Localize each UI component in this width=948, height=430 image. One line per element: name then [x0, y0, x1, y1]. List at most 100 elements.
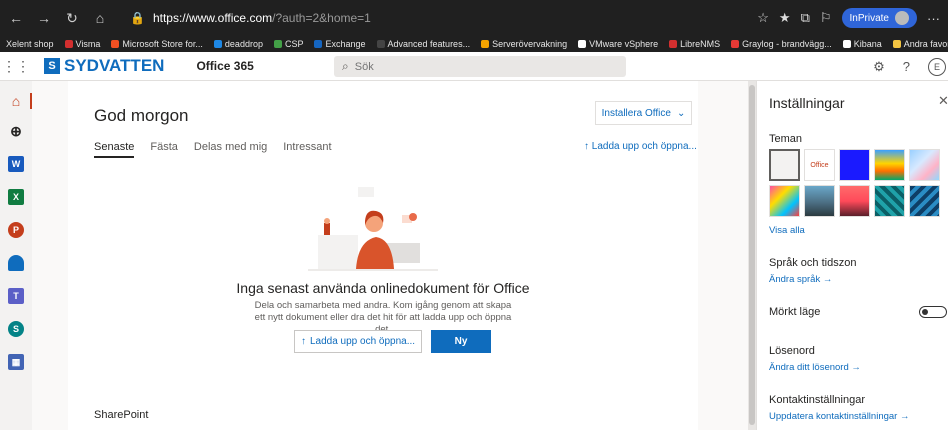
theme-sunset[interactable]	[839, 185, 870, 217]
theme-stripes[interactable]	[874, 149, 905, 181]
favicon-icon	[481, 40, 490, 48]
search-input[interactable]	[354, 60, 605, 73]
home-rail-icon[interactable]: ⌂	[8, 93, 24, 109]
refresh-icon[interactable]: ↻	[60, 6, 84, 30]
brand-mark-icon: S	[44, 58, 60, 74]
address-bar[interactable]: 🔒 https://www.office.com/?auth=2&home=1	[130, 11, 371, 25]
powerpoint-icon[interactable]: P	[8, 222, 24, 238]
theme-rainbow[interactable]	[769, 185, 800, 217]
inprivate-label: InPrivate	[849, 12, 889, 24]
contact-heading: Kontaktinställningar	[769, 394, 866, 406]
search-icon: ⌕	[342, 59, 349, 73]
favicon-icon	[892, 40, 901, 48]
main-scrollbar[interactable]	[748, 81, 756, 430]
dark-mode-toggle[interactable]	[919, 306, 947, 318]
main-area: God morgon Installera Office ⌄ Senaste F…	[32, 81, 748, 430]
suite-title[interactable]: Office 365	[196, 59, 253, 73]
favorites-icon[interactable]: ★	[779, 10, 791, 26]
home-icon[interactable]: ⌂	[88, 6, 112, 30]
theme-white[interactable]	[769, 149, 800, 181]
chevron-down-icon: ⌄	[676, 107, 686, 119]
upload-arrow-icon: ↑	[584, 141, 589, 152]
help-icon[interactable]: ?	[903, 59, 910, 74]
main-panel: God morgon Installera Office ⌄ Senaste F…	[68, 81, 698, 430]
collections-icon[interactable]: ⧉	[801, 10, 810, 26]
create-rail-icon[interactable]: ⊕	[8, 123, 24, 139]
excel-icon[interactable]: X	[8, 189, 24, 205]
theme-pastel[interactable]	[909, 149, 940, 181]
language-heading: Språk och tidszon	[769, 257, 857, 269]
dark-mode-label: Mörkt läge	[769, 306, 821, 318]
theme-blue[interactable]	[839, 149, 870, 181]
install-office-label: Installera Office	[601, 107, 671, 119]
favorite-label: Visma	[75, 39, 101, 49]
favorite-label: Graylog - brandvägg...	[742, 39, 832, 49]
tab-delas-med-mig[interactable]: Delas med mig	[194, 141, 267, 158]
new-button[interactable]: Ny	[431, 330, 491, 353]
settings-gear-icon[interactable]: ⚙	[873, 59, 885, 75]
favicon-icon	[376, 40, 385, 48]
favorite-label: deaddrop	[224, 39, 263, 49]
office-header: ⋮⋮ S SYDVATTEN Office 365 ⌕ ⚙ ? E	[0, 52, 948, 81]
favorite-star-icon[interactable]: ☆	[757, 10, 769, 26]
tab-fasta[interactable]: Fästa	[150, 141, 178, 158]
theme-landscape[interactable]	[804, 185, 835, 217]
app-rail: ⌂ ⊕ W X P T S ▦	[0, 81, 32, 430]
app-launcher-icon[interactable]: ⋮⋮	[0, 58, 32, 75]
change-password-link[interactable]: Ändra ditt lösenord →	[769, 362, 861, 373]
favorite-item[interactable]: Serverövervakning	[481, 39, 567, 49]
favorite-item[interactable]: Kibana	[842, 39, 882, 49]
favorite-item[interactable]: LibreNMS	[669, 39, 720, 49]
empty-state-illustration	[308, 187, 438, 271]
forward-icon[interactable]: →	[32, 6, 56, 30]
inprivate-badge[interactable]: InPrivate	[841, 8, 917, 28]
all-apps-icon[interactable]: ▦	[8, 354, 24, 370]
back-icon[interactable]: ←	[4, 6, 28, 30]
show-all-themes-link[interactable]: Visa alla	[769, 225, 805, 236]
favorite-item[interactable]: Exchange	[314, 39, 366, 49]
favicon-icon	[669, 40, 678, 48]
teams-icon[interactable]: T	[8, 288, 24, 304]
browser-toolbar: ← → ↻ ⌂ 🔒 https://www.office.com/?auth=2…	[0, 0, 948, 36]
favorite-label: Serverövervakning	[492, 39, 568, 49]
favorite-item[interactable]: VMware vSphere	[578, 39, 658, 49]
favorite-item[interactable]: Microsoft Store for...	[111, 39, 203, 49]
change-language-link[interactable]: Ändra språk →	[769, 274, 832, 285]
onedrive-icon[interactable]	[8, 255, 24, 271]
more-icon[interactable]: ···	[927, 11, 940, 26]
favicon-icon	[314, 40, 323, 48]
favorite-item[interactable]: Xelent shop	[6, 39, 54, 49]
theme-circuit-teal[interactable]	[874, 185, 905, 217]
scrollbar-thumb[interactable]	[749, 85, 755, 425]
upload-open-link[interactable]: ↑ Ladda upp och öppna...	[584, 141, 697, 152]
password-heading: Lösenord	[769, 345, 815, 357]
word-icon[interactable]: W	[8, 156, 24, 172]
search-box[interactable]: ⌕	[334, 56, 626, 77]
favorite-item[interactable]: Advanced features...	[376, 39, 471, 49]
close-icon[interactable]: ✕	[938, 93, 948, 109]
theme-office[interactable]: Office	[804, 149, 835, 181]
sharepoint-heading: SharePoint	[94, 409, 149, 421]
upload-open-button-label: Ladda upp och öppna...	[309, 336, 416, 347]
install-office-button[interactable]: Installera Office ⌄	[595, 101, 692, 125]
favorite-item[interactable]: Andra favoriter	[892, 39, 948, 49]
brand-logo[interactable]: S SYDVATTEN	[44, 56, 164, 76]
favorite-item[interactable]: CSP	[273, 39, 303, 49]
url-path: /?auth=2&home=1	[272, 11, 371, 25]
sharepoint-icon[interactable]: S	[8, 321, 24, 337]
favorite-label: Exchange	[325, 39, 366, 49]
tab-senaste[interactable]: Senaste	[94, 141, 135, 158]
favorite-item[interactable]: Graylog - brandvägg...	[731, 39, 832, 49]
favorite-item[interactable]: Visma	[64, 39, 101, 49]
profile-sync-icon[interactable]: ⚐	[820, 10, 832, 26]
favorite-label: VMware vSphere	[589, 39, 659, 49]
tab-intressant[interactable]: Intressant	[283, 141, 331, 158]
upload-open-button[interactable]: ↑ Ladda upp och öppna...	[294, 330, 422, 353]
favorite-label: Advanced features...	[387, 39, 471, 49]
update-contact-link[interactable]: Uppdatera kontaktinställningar →	[769, 411, 909, 422]
theme-circuit-blue[interactable]	[909, 185, 940, 217]
favicon-icon	[578, 40, 587, 48]
account-avatar[interactable]: E	[928, 57, 946, 76]
favorite-item[interactable]: deaddrop	[213, 39, 263, 49]
themes-heading: Teman	[769, 133, 803, 145]
